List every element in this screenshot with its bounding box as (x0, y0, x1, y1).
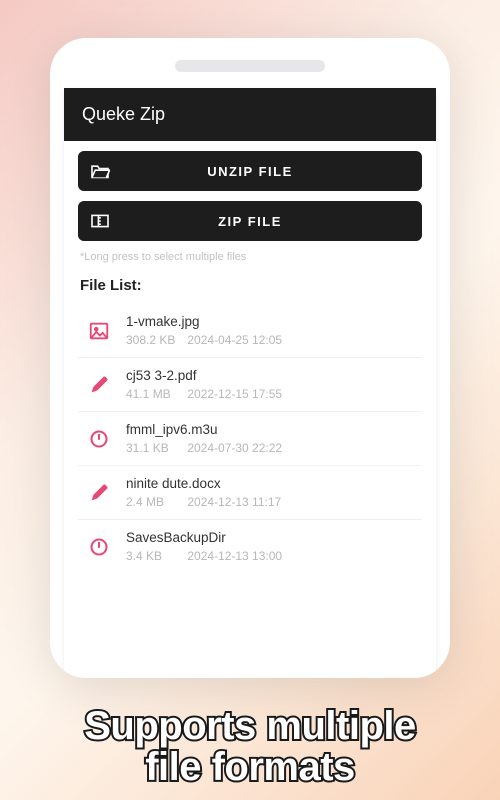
file-row[interactable]: cj53 3-2.pdf 41.1 MB 2022-12-15 17:55 (78, 358, 422, 412)
pencil-icon (84, 370, 114, 400)
title-bar: Queke Zip (64, 88, 436, 141)
file-size: 2.4 MB (126, 495, 184, 509)
power-icon (84, 532, 114, 562)
file-info: cj53 3-2.pdf 41.1 MB 2022-12-15 17:55 (126, 368, 414, 401)
file-timestamp: 2024-12-13 13:00 (187, 549, 282, 563)
file-meta: 3.4 KB 2024-12-13 13:00 (126, 549, 414, 563)
caption-line-1: Supports multiple (0, 706, 500, 747)
file-meta: 308.2 KB 2024-04-25 12:05 (126, 333, 414, 347)
file-size: 31.1 KB (126, 441, 184, 455)
file-info: 1-vmake.jpg 308.2 KB 2024-04-25 12:05 (126, 314, 414, 347)
zip-label: ZIP FILE (78, 214, 422, 229)
file-timestamp: 2024-12-13 11:17 (187, 495, 281, 509)
file-row[interactable]: SavesBackupDir 3.4 KB 2024-12-13 13:00 (78, 520, 422, 573)
app-screen: Queke Zip UNZIP FILE (64, 88, 436, 678)
file-list-title: File List: (80, 277, 422, 294)
hint-text: *Long press to select multiple files (80, 251, 422, 263)
file-list: 1-vmake.jpg 308.2 KB 2024-04-25 12:05 (78, 304, 422, 573)
file-row[interactable]: fmml_ipv6.m3u 31.1 KB 2024-07-30 22:22 (78, 412, 422, 466)
content-area: UNZIP FILE ZIP FILE *Long press to selec… (64, 141, 436, 678)
file-timestamp: 2022-12-15 17:55 (187, 387, 282, 401)
file-info: ninite dute.docx 2.4 MB 2024-12-13 11:17 (126, 476, 414, 509)
file-timestamp: 2024-04-25 12:05 (187, 333, 282, 347)
file-timestamp: 2024-07-30 22:22 (187, 441, 282, 455)
file-name: 1-vmake.jpg (126, 314, 414, 329)
file-row[interactable]: ninite dute.docx 2.4 MB 2024-12-13 11:17 (78, 466, 422, 520)
file-meta: 31.1 KB 2024-07-30 22:22 (126, 441, 414, 455)
file-name: fmml_ipv6.m3u (126, 422, 414, 437)
image-icon (84, 316, 114, 346)
file-name: ninite dute.docx (126, 476, 414, 491)
file-size: 3.4 KB (126, 549, 184, 563)
phone-frame: Queke Zip UNZIP FILE (50, 38, 450, 678)
file-row[interactable]: 1-vmake.jpg 308.2 KB 2024-04-25 12:05 (78, 304, 422, 358)
power-icon (84, 424, 114, 454)
promo-caption: Supports multiple file formats (0, 706, 500, 788)
app-title: Queke Zip (82, 104, 165, 124)
file-info: SavesBackupDir 3.4 KB 2024-12-13 13:00 (126, 530, 414, 563)
file-meta: 2.4 MB 2024-12-13 11:17 (126, 495, 414, 509)
zip-button[interactable]: ZIP FILE (78, 201, 422, 241)
file-meta: 41.1 MB 2022-12-15 17:55 (126, 387, 414, 401)
file-name: cj53 3-2.pdf (126, 368, 414, 383)
caption-line-2: file formats (0, 747, 500, 788)
file-size: 41.1 MB (126, 387, 184, 401)
file-info: fmml_ipv6.m3u 31.1 KB 2024-07-30 22:22 (126, 422, 414, 455)
pencil-icon (84, 478, 114, 508)
unzip-button[interactable]: UNZIP FILE (78, 151, 422, 191)
file-name: SavesBackupDir (126, 530, 414, 545)
unzip-label: UNZIP FILE (78, 164, 422, 179)
phone-notch (175, 60, 325, 72)
file-size: 308.2 KB (126, 333, 184, 347)
